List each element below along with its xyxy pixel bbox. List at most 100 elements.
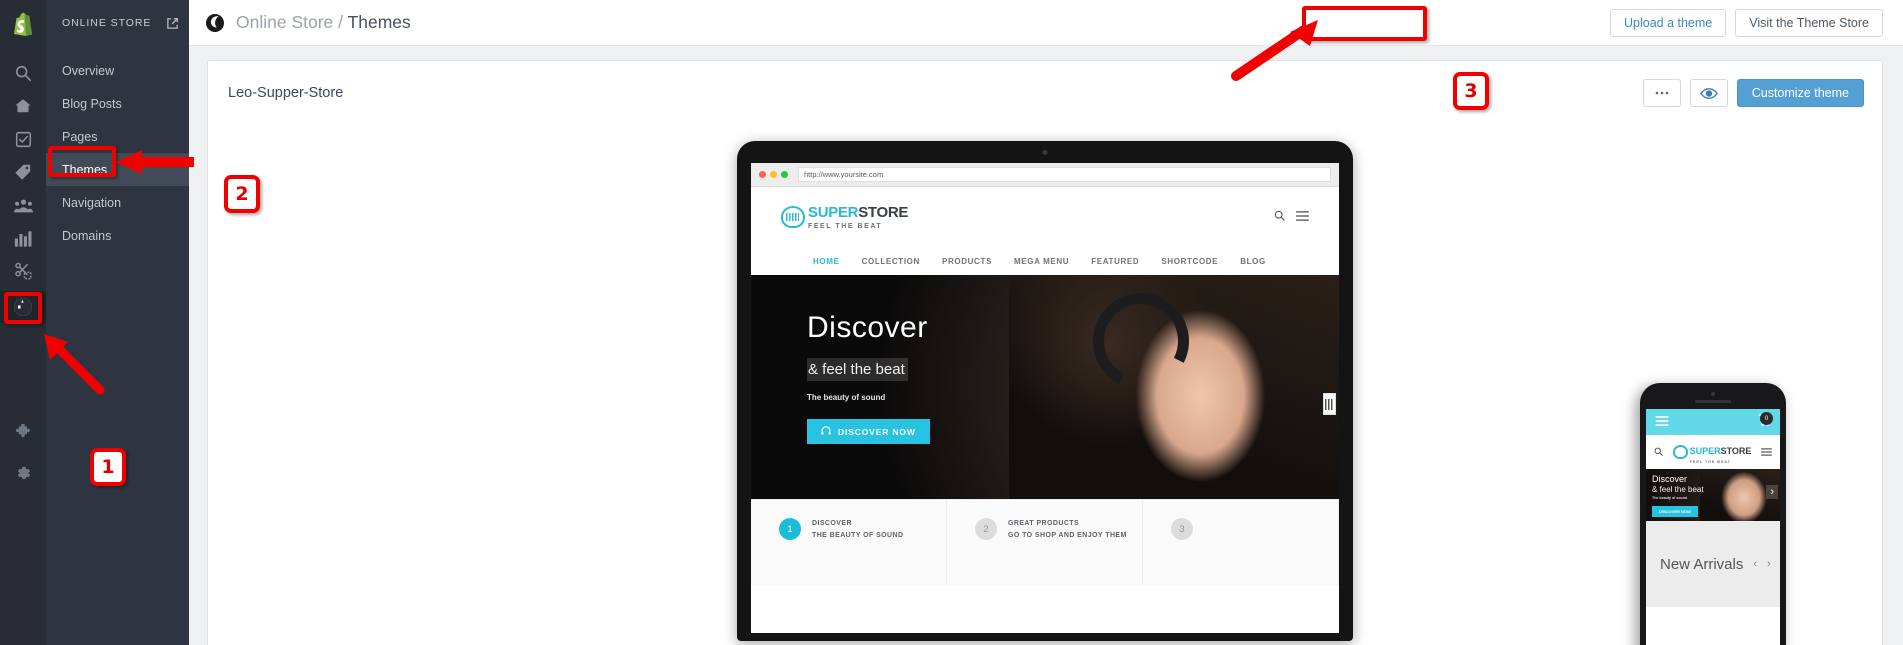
carousel-next-icon[interactable]: ›: [1766, 485, 1778, 499]
search-icon[interactable]: [1274, 208, 1285, 226]
url-bar: http://www.yoursite.com: [798, 167, 1331, 182]
customers-icon[interactable]: [0, 188, 46, 222]
arrivals-next-icon[interactable]: ›: [1767, 558, 1771, 570]
annotation-marker-3: 3: [1453, 72, 1489, 110]
hero-subheading: & feel the beat: [807, 358, 908, 381]
sidebar-item-overview[interactable]: Overview: [46, 54, 189, 87]
step-text: DISCOVER THE BEAUTY OF SOUND: [812, 518, 903, 543]
sidebar-item-label: Domains: [62, 228, 112, 243]
steps-row: 1 DISCOVER THE BEAUTY OF SOUND 2 GREAT P…: [751, 499, 1339, 585]
step-number: 1: [779, 518, 801, 540]
mobile-hero-heading: Discover: [1652, 474, 1688, 484]
mobile-new-arrivals: New Arrivals ‹ ›: [1646, 521, 1780, 607]
laptop-camera: [1042, 150, 1048, 155]
step-line1: DISCOVER: [812, 520, 852, 527]
step-item: 2 GREAT PRODUCTS GO TO SHOP AND ENJOY TH…: [947, 500, 1143, 585]
breadcrumb-parent[interactable]: Online Store: [236, 12, 333, 32]
hero-heading: Discover: [807, 311, 928, 344]
new-arrivals-title: New Arrivals: [1660, 555, 1744, 573]
tag-icon[interactable]: [0, 155, 46, 189]
shopify-bag-logo[interactable]: [0, 4, 46, 44]
mobile-hero: Discover & feel the beat The beauty of s…: [1646, 469, 1780, 521]
step-line1: GREAT PRODUCTS: [1008, 520, 1080, 527]
scissors-icon[interactable]: [0, 254, 46, 288]
superstore-logo-text: SUPERSTORE: [808, 204, 909, 221]
nav-item-mega-menu[interactable]: MEGA MENU: [1014, 257, 1069, 266]
phone-mockup: 0 SUPERSTORE FEEL THE BEAT Discover & fe…: [1640, 383, 1786, 645]
nav-item-featured[interactable]: FEATURED: [1091, 257, 1139, 266]
arrow-to-themes: [116, 150, 194, 174]
main-content: Leo-Supper-Store Customize theme http://…: [189, 46, 1903, 645]
mobile-topbar: 0: [1646, 409, 1780, 435]
subnav-title: ONLINE STORE: [62, 17, 152, 29]
browser-traffic-lights: [759, 171, 788, 178]
maximize-dot: [781, 171, 788, 178]
mobile-tagline: FEEL THE BEAT: [1689, 458, 1731, 464]
step-number: 2: [975, 518, 997, 540]
phone-camera: [1711, 392, 1715, 396]
theme-card: Leo-Supper-Store Customize theme http://…: [207, 60, 1883, 645]
bar-chart-icon[interactable]: [0, 221, 46, 255]
laptop-screen: http://www.yoursite.com SUPERSTORE FEEL …: [751, 163, 1339, 633]
home-icon[interactable]: [0, 89, 46, 123]
mobile-discover-button[interactable]: DISCOVER NOW: [1652, 506, 1698, 517]
theme-card-header: Leo-Supper-Store Customize theme: [208, 61, 1882, 125]
preview-eye-icon[interactable]: [1689, 79, 1728, 107]
step-item: 3: [1143, 500, 1339, 585]
breadcrumb-current: Themes: [347, 12, 411, 32]
step-item: 1 DISCOVER THE BEAUTY OF SOUND: [751, 500, 947, 585]
highlight-box-themes: [48, 146, 116, 177]
settings-widget-icon[interactable]: [1323, 393, 1336, 415]
phone-speaker: [1695, 400, 1731, 403]
discover-now-button[interactable]: DISCOVER NOW: [807, 419, 930, 444]
arrow-to-online-store-icon: [44, 334, 105, 395]
cart-count-badge: 0: [1760, 412, 1773, 425]
nav-item-collection[interactable]: COLLECTION: [862, 257, 920, 266]
hamburger-icon[interactable]: [1761, 443, 1772, 461]
more-actions-button[interactable]: [1642, 79, 1681, 107]
sidebar-item-label: Navigation: [62, 195, 122, 210]
store-header: SUPERSTORE FEEL THE BEAT: [751, 187, 1339, 247]
puzzle-icon[interactable]: [0, 416, 46, 450]
step-number: 3: [1171, 518, 1193, 540]
nav-item-home[interactable]: HOME: [813, 257, 840, 266]
online-store-globe-icon: [205, 13, 225, 33]
theme-card-actions: Customize theme: [1642, 79, 1864, 107]
sidebar-item-blog-posts[interactable]: Blog Posts: [46, 87, 189, 120]
hamburger-icon[interactable]: [1655, 413, 1669, 431]
breadcrumb: Online Store / Themes: [189, 12, 411, 33]
nav-item-products[interactable]: PRODUCTS: [942, 257, 992, 266]
hero-text-block: Discover & feel the beat The beauty of s…: [807, 311, 930, 444]
close-dot: [759, 171, 766, 178]
external-link-icon[interactable]: [166, 17, 179, 30]
search-icon[interactable]: [1654, 443, 1663, 461]
theme-name: Leo-Supper-Store: [228, 85, 344, 101]
step-text: GREAT PRODUCTS GO TO SHOP AND ENJOY THEM: [1008, 518, 1127, 543]
sidebar-item-navigation[interactable]: Navigation: [46, 186, 189, 219]
minimize-dot: [770, 171, 777, 178]
store-header-icons: [1274, 208, 1309, 226]
page-title: Online Store / Themes: [236, 12, 411, 33]
mobile-logo: SUPERSTORE FEEL THE BEAT: [1672, 441, 1751, 464]
hamburger-icon[interactable]: [1296, 208, 1309, 226]
discover-now-label: DISCOVER NOW: [838, 426, 916, 437]
phone-screen: 0 SUPERSTORE FEEL THE BEAT Discover & fe…: [1646, 409, 1780, 645]
headphones-icon: [821, 426, 831, 437]
store-nav: HOME COLLECTION PRODUCTS MEGA MENU FEATU…: [751, 247, 1339, 275]
top-header-bar: Online Store / Themes Upload a theme Vis…: [189, 0, 1903, 46]
shopify-admin-screen: ONLINE STORE Overview Blog Posts Pages T…: [0, 0, 1903, 645]
superstore-logo-icon: [1672, 445, 1688, 459]
arrivals-prev-icon[interactable]: ‹: [1753, 558, 1757, 570]
nav-item-blog[interactable]: BLOG: [1240, 257, 1266, 266]
gear-icon[interactable]: [0, 456, 46, 490]
customize-theme-button[interactable]: Customize theme: [1736, 79, 1864, 107]
subnav-header: ONLINE STORE: [46, 0, 189, 46]
search-icon[interactable]: [0, 56, 46, 90]
hero-banner: Discover & feel the beat The beauty of s…: [751, 275, 1339, 499]
nav-item-shortcode[interactable]: SHORTCODE: [1161, 257, 1218, 266]
sidebar-item-domains[interactable]: Domains: [46, 219, 189, 252]
visit-theme-store-button[interactable]: Visit the Theme Store: [1735, 8, 1883, 37]
checkbox-icon[interactable]: [0, 122, 46, 156]
upload-theme-button[interactable]: Upload a theme: [1609, 8, 1727, 37]
sidebar-item-label: Pages: [62, 129, 98, 144]
